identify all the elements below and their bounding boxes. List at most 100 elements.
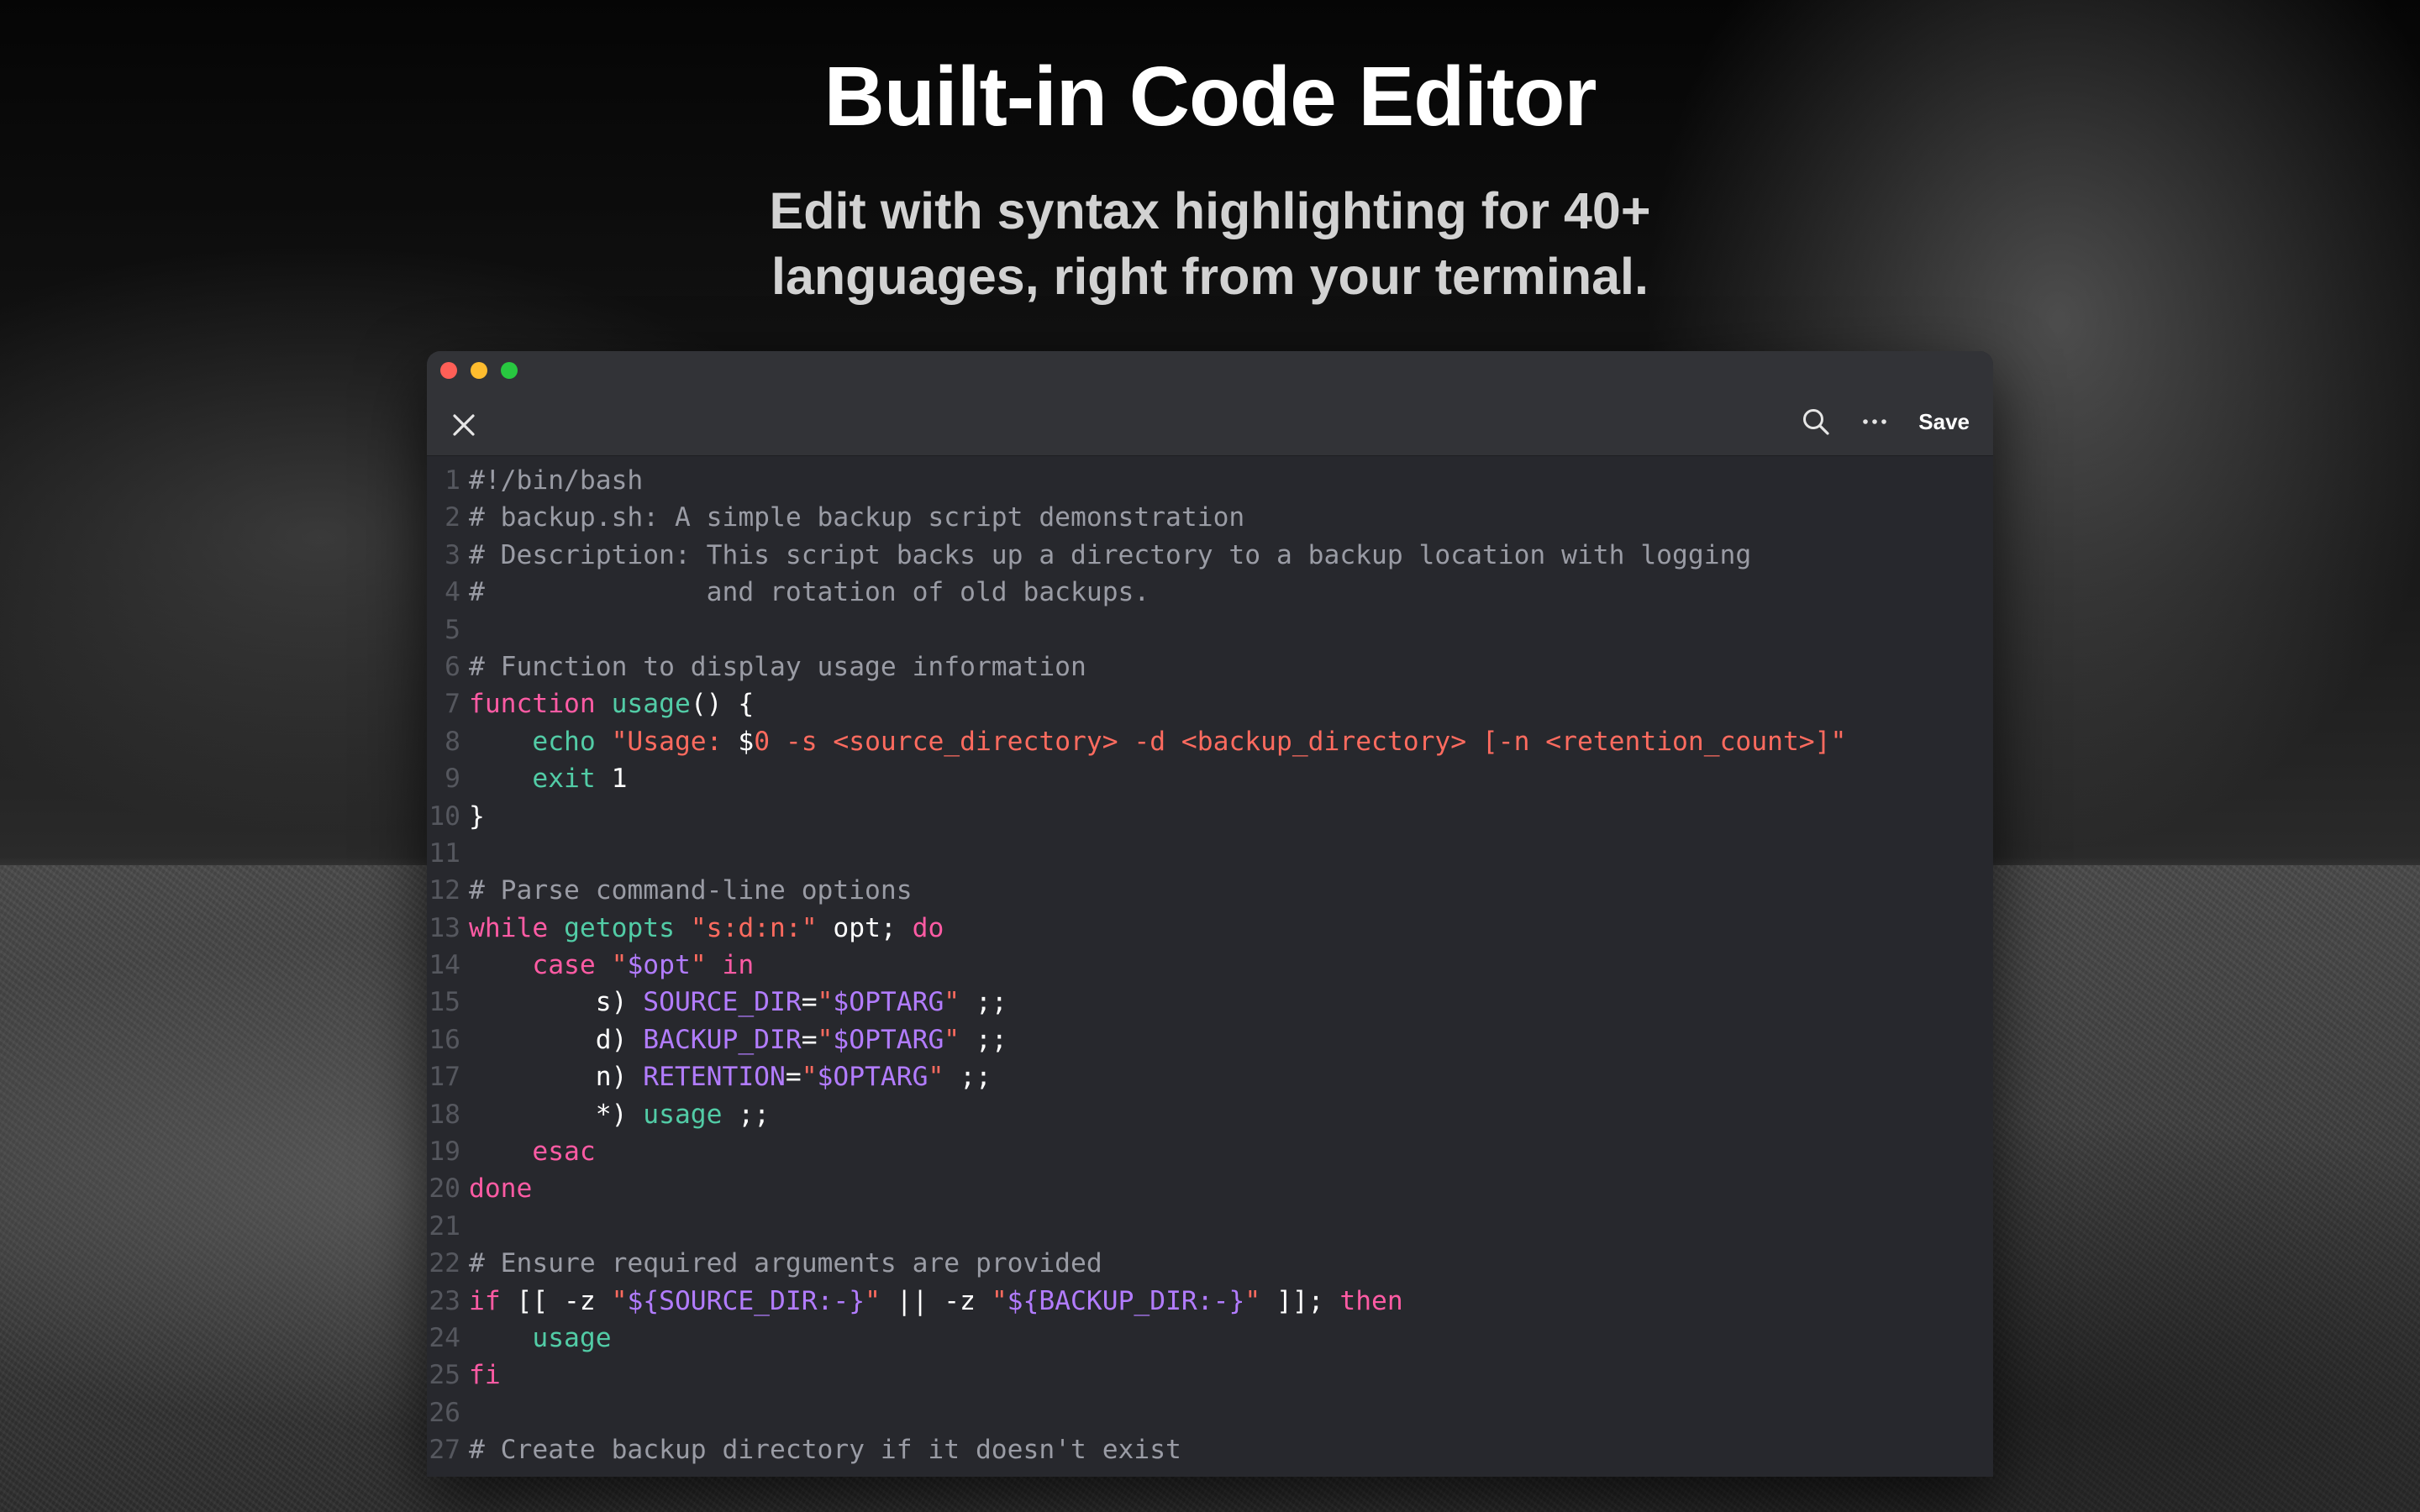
- line-number: 20: [429, 1173, 460, 1205]
- line-text: # Create backup directory if it doesn't …: [466, 1431, 1181, 1468]
- token-def: [469, 1137, 532, 1167]
- token-def: [469, 1323, 532, 1353]
- token-def: ;;: [944, 1062, 992, 1093]
- code-line[interactable]: 25 fi: [427, 1357, 1993, 1394]
- line-number: 11: [429, 837, 460, 869]
- code-line[interactable]: 18 *) usage ;;: [427, 1096, 1993, 1133]
- code-line[interactable]: 26: [427, 1394, 1993, 1431]
- token-def: [596, 727, 612, 757]
- token-str: ": [928, 1062, 944, 1093]
- line-number: 3: [445, 539, 460, 570]
- code-line[interactable]: 2 # backup.sh: A simple backup script dem…: [427, 499, 1993, 536]
- code-line[interactable]: 11: [427, 835, 1993, 872]
- code-line[interactable]: 8 echo "Usage: $0 -s <source_directory> …: [427, 723, 1993, 760]
- line-text: echo "Usage: $0 -s <source_directory> -d…: [466, 723, 1846, 760]
- token-def: || -z: [880, 1285, 992, 1316]
- token-com: # backup.sh: A simple backup script demo…: [469, 502, 1245, 533]
- token-fn: usage: [532, 1322, 612, 1353]
- code-line[interactable]: 19 esac: [427, 1133, 1993, 1170]
- code-line[interactable]: 14 case "$opt" in: [427, 947, 1993, 984]
- token-var: ${SOURCE_DIR:-}: [627, 1285, 865, 1316]
- token-str: ": [817, 987, 834, 1018]
- code-editor[interactable]: 1 #!/bin/bash 2 # backup.sh: A simple backu…: [427, 455, 1993, 1477]
- code-line[interactable]: 23 if [[ -z "${SOURCE_DIR:-}" || -z "${BA…: [427, 1283, 1993, 1320]
- token-str: ": [611, 950, 628, 981]
- window-minimize-button[interactable]: [471, 362, 487, 379]
- token-key: if: [469, 1285, 501, 1316]
- code-line[interactable]: 13 while getopts "s:d:n:" opt; do: [427, 910, 1993, 947]
- code-line[interactable]: 20 done: [427, 1170, 1993, 1207]
- line-text: # Function to display usage information: [466, 648, 1086, 685]
- token-var: $OPTARG: [833, 1024, 944, 1055]
- line-number: 19: [429, 1137, 460, 1168]
- window-zoom-button[interactable]: [501, 362, 518, 379]
- token-def: }: [469, 801, 485, 832]
- line-number: 25: [429, 1360, 460, 1391]
- token-def: n): [469, 1062, 644, 1093]
- code-line[interactable]: 10}: [427, 798, 1993, 835]
- token-var: BACKUP_DIR: [643, 1024, 802, 1055]
- line-number: 10: [429, 801, 460, 832]
- token-def: [469, 950, 532, 980]
- line-text: while getopts "s:d:n:" opt; do: [466, 910, 944, 947]
- line-number: 14: [429, 950, 460, 981]
- code-line[interactable]: 9 exit 1: [427, 760, 1993, 797]
- ellipsis-icon[interactable]: [1860, 407, 1890, 437]
- line-text: # and rotation of old backups.: [466, 574, 1150, 611]
- code-line[interactable]: 3 # Description: This script backs up a d…: [427, 537, 1993, 574]
- token-str: ": [611, 1285, 628, 1316]
- token-key: done: [469, 1173, 533, 1205]
- code-line[interactable]: 15 s) SOURCE_DIR="$OPTARG" ;;: [427, 984, 1993, 1021]
- code-line[interactable]: 1 #!/bin/bash: [427, 462, 1993, 499]
- line-text: if [[ -z "${SOURCE_DIR:-}" || -z "${BACK…: [466, 1283, 1403, 1320]
- token-def: =: [785, 1062, 802, 1093]
- token-str: ": [1244, 1285, 1261, 1316]
- line-number: 15: [429, 987, 460, 1018]
- line-text: s) SOURCE_DIR="$OPTARG" ;;: [466, 984, 1007, 1021]
- line-text: [466, 1394, 469, 1431]
- code-line[interactable]: 7 function usage() {: [427, 685, 1993, 722]
- code-line[interactable]: 27 # Create backup directory if it doesn'…: [427, 1431, 1993, 1468]
- code-line[interactable]: 16 d) BACKUP_DIR="$OPTARG" ;;: [427, 1021, 1993, 1058]
- token-def: =: [801, 1024, 818, 1055]
- token-var: $OPTARG: [817, 1062, 929, 1093]
- token-key: fi: [469, 1360, 501, 1391]
- token-def: $: [738, 726, 755, 757]
- line-number: 8: [445, 726, 460, 757]
- line-text: esac: [466, 1133, 595, 1170]
- token-com: # Description: This script backs up a di…: [469, 539, 1752, 570]
- window-close-button[interactable]: [440, 362, 457, 379]
- line-text: exit 1: [466, 760, 627, 797]
- code-line[interactable]: 21: [427, 1208, 1993, 1245]
- token-com: #!/bin/bash: [469, 465, 644, 496]
- search-icon[interactable]: [1801, 407, 1831, 437]
- save-button[interactable]: Save: [1918, 409, 1970, 435]
- code-line[interactable]: 6 # Function to display usage information: [427, 648, 1993, 685]
- line-number: 17: [429, 1062, 460, 1093]
- editor-window: Save 1 #!/bin/bash 2 # backup.sh: A simple …: [427, 351, 1993, 1477]
- code-line[interactable]: 22 # Ensure required arguments are provid…: [427, 1245, 1993, 1282]
- code-line[interactable]: 24 usage: [427, 1320, 1993, 1357]
- token-str: ": [865, 1285, 881, 1316]
- code-line[interactable]: 4 # and rotation of old backups.: [427, 574, 1993, 611]
- token-fn: exit: [532, 764, 596, 795]
- token-var: $OPTARG: [833, 987, 944, 1018]
- token-def: ;;: [960, 1024, 1007, 1055]
- code-line[interactable]: 5: [427, 612, 1993, 648]
- line-text: [466, 835, 469, 872]
- token-def: =: [801, 987, 818, 1018]
- code-line[interactable]: 17 n) RETENTION="$OPTARG" ;;: [427, 1058, 1993, 1095]
- code-line[interactable]: 12 # Parse command-line options: [427, 872, 1993, 909]
- token-var: SOURCE_DIR: [643, 987, 802, 1018]
- token-str: ": [944, 987, 960, 1018]
- token-com: # Create backup directory if it doesn't …: [469, 1435, 1181, 1466]
- token-key: do: [912, 912, 944, 943]
- close-icon[interactable]: [449, 410, 479, 440]
- line-number: 9: [445, 764, 460, 795]
- token-def: 1: [595, 764, 628, 795]
- token-def: [675, 913, 691, 943]
- editor-toolbar: Save: [1801, 407, 1970, 437]
- subhead-line-1: Edit with syntax highlighting for 40+: [769, 182, 1651, 239]
- token-def: [596, 689, 612, 719]
- token-str: "s:d:n:": [690, 912, 818, 943]
